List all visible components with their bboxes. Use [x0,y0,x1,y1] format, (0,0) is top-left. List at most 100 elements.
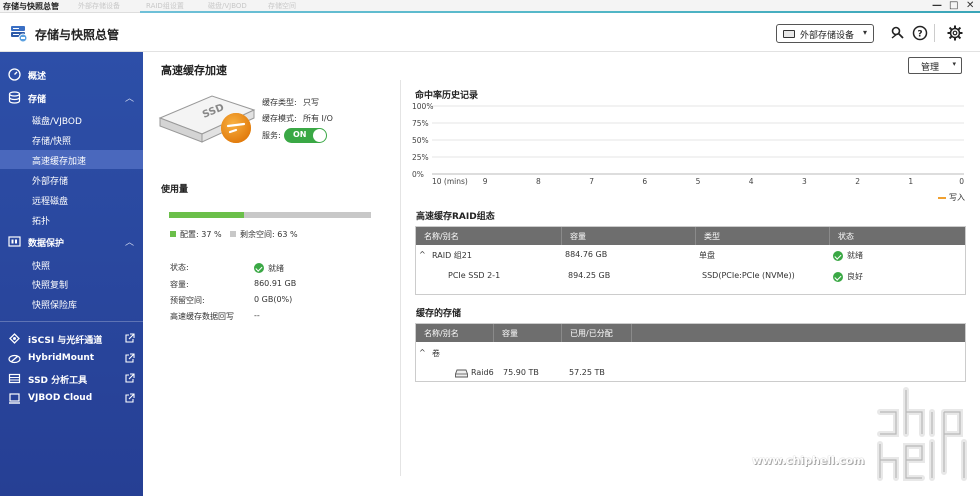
disk-status: 良好 [847,272,863,281]
column-header[interactable]: 容量 [562,227,696,245]
sidebar-item-data-protection[interactable]: 数据保护 ︿ [0,232,143,252]
volume-name: Raid6 [471,368,494,377]
sidebar-item-label: 快照 [32,262,51,272]
raid-table: 名称/别名 容量 类型 状态 ^ RAID 组21 884.76 GB 单盘 就… [415,226,966,295]
sidebar-item-label: iSCSI 与光纤通道 [28,336,103,346]
sidebar-item-snapshot-replica[interactable]: 快照复制 [0,274,143,293]
sidebar-item-cache-acceleration[interactable]: 高速缓存加速 [0,150,143,169]
overview-icon [8,68,21,81]
status-value: 就绪 [268,264,284,273]
free-legend-label: 剩余空间: 63 % [240,230,298,239]
header-divider [934,24,935,42]
cache-mode-value: 所有 I/O [303,114,333,123]
sidebar-item-ssd-profiling[interactable]: SSD 分析工具 [0,369,143,389]
expand-toggle-icon[interactable]: ^ [419,250,426,259]
sidebar-item-label: 磁盘/VJBOD [32,117,82,127]
chevron-down-icon: ▾ [952,60,956,68]
sidebar-item-topology[interactable]: 拓扑 [0,210,143,229]
usage-heading: 使用量 [161,185,189,195]
sidebar: 概述 存储 ︿ 磁盘/VJBOD 存储/快照 高速缓存加速 外部存储 远程磁盘 … [0,52,143,496]
search-tools-icon[interactable] [890,25,906,41]
window-titlebar: 存储与快照总管 外部存储设备 RAID组设置 磁盘/VJBOD 存储空间 — □… [0,0,980,13]
column-header[interactable]: 类型 [696,227,830,245]
ghost-tab: 存储空间 [268,2,296,10]
sidebar-item-external-storage[interactable]: 外部存储 [0,170,143,189]
sidebar-item-iscsi[interactable]: iSCSI 与光纤通道 [0,329,143,349]
sidebar-item-label: 快照复制 [32,281,69,291]
sidebar-item-overview[interactable]: 概述 [0,65,143,85]
external-storage-label: 外部存储设备 [800,31,855,41]
cached-table-heading: 缓存的存储 [416,309,462,319]
x-tick-label: 1 [908,177,913,186]
external-storage-dropdown[interactable]: 外部存储设备 ▾ [776,24,874,43]
raid-type: 单盘 [699,251,715,260]
sidebar-item-label: SSD 分析工具 [28,376,88,386]
sidebar-item-label: 概述 [28,72,47,82]
y-tick-label: 0% [412,170,424,179]
column-header[interactable]: 状态 [830,227,965,245]
sidebar-item-vjbod-cloud[interactable]: VJBOD Cloud [0,389,143,409]
external-link-icon[interactable] [124,333,135,344]
x-tick-label: 0 [959,177,964,186]
watermark-url: www.chiphell.com [752,454,865,467]
expand-toggle-icon[interactable]: ^ [419,348,426,357]
app-title: 存储与快照总管 [35,28,120,42]
cache-type-label: 缓存类型: [262,98,297,107]
sidebar-item-label: VJBOD Cloud [28,393,93,403]
raid-table-header: 名称/别名 容量 类型 状态 [416,227,965,245]
titlebar-accent [140,11,980,13]
sidebar-item-remote-disk[interactable]: 远程磁盘 [0,190,143,209]
sidebar-item-storage[interactable]: 存储 ︿ [0,88,143,108]
minimize-button[interactable]: — [932,0,942,11]
sidebar-item-snapshot-vault[interactable]: 快照保险库 [0,294,143,313]
external-link-icon[interactable] [124,393,135,404]
ghost-tab: RAID组设置 [146,2,184,10]
sidebar-item-storage-snapshots[interactable]: 存储/快照 [0,130,143,149]
sidebar-item-label: 快照保险库 [32,301,78,311]
reserved-label: 预留空间: [170,296,205,305]
close-button[interactable]: ✕ [966,0,974,11]
sidebar-item-hybridmount[interactable]: HybridMount [0,349,143,369]
maximize-button[interactable]: □ [949,0,958,11]
service-toggle[interactable]: ON [284,128,327,143]
chevron-up-icon[interactable]: ︿ [125,235,134,248]
hybridmount-icon [8,354,21,364]
ghost-tab: 磁盘/VJBOD [208,2,247,10]
settings-gear-icon[interactable] [947,25,963,41]
sidebar-item-disks-vjbod[interactable]: 磁盘/VJBOD [0,110,143,129]
help-icon[interactable]: ? [912,25,928,41]
allocated-legend-swatch [170,231,176,237]
service-label: 服务: [262,131,281,140]
ghost-tab: 外部存储设备 [78,2,120,10]
y-tick-label: 50% [412,136,429,145]
manage-label: 管理 [921,63,940,73]
svg-text:?: ? [917,30,922,40]
x-tick-label: 3 [802,177,807,186]
manage-dropdown[interactable]: 管理 ▾ [908,57,962,74]
disk-capacity: 894.25 GB [568,271,611,280]
app-header: 存储与快照总管 外部存储设备 ▾ ? [0,14,980,52]
column-header[interactable]: 名称/别名 [416,227,562,245]
external-drive-icon [783,30,795,38]
y-tick-label: 25% [412,153,429,162]
sidebar-item-label: 远程磁盘 [32,197,69,207]
cache-type-value: 只写 [303,98,319,107]
x-tick-label: 4 [749,177,754,186]
column-header[interactable]: 已用/已分配 [562,324,632,342]
sidebar-item-label: 高速缓存加速 [32,157,87,167]
sidebar-item-snapshot[interactable]: 快照 [0,255,143,274]
sidebar-item-label: 数据保护 [28,239,65,249]
x-tick-label: 9 [483,177,488,186]
external-link-icon[interactable] [124,373,135,384]
column-header[interactable]: 容量 [494,324,562,342]
sidebar-item-label: 外部存储 [32,177,69,187]
sidebar-divider [0,321,143,322]
chevron-up-icon[interactable]: ︿ [125,91,134,104]
disk-type: SSD(PCIe:PCIe (NVMe)) [702,271,795,280]
column-header[interactable]: 名称/别名 [416,324,494,342]
writeback-value: -- [254,311,260,320]
external-link-icon[interactable] [124,353,135,364]
hit-rate-chart: 100% 75% 50% 25% 0% 10 (mins) 9 8 7 6 5 4 3 2 1 0 [412,102,964,186]
raid-name: RAID 组21 [432,251,472,260]
chart-legend: 写入 [938,192,965,203]
